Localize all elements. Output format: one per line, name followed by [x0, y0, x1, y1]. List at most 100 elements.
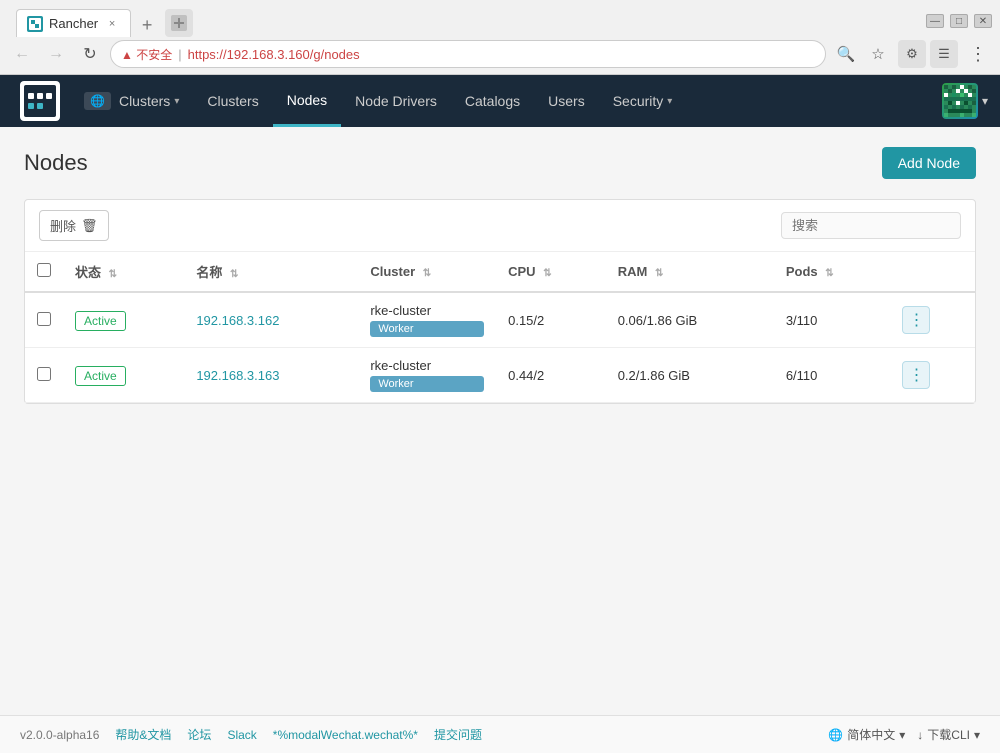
col-ram[interactable]: RAM ⇅: [606, 252, 774, 292]
nav-clusters[interactable]: Clusters: [193, 75, 272, 127]
node-link-0[interactable]: 192.168.3.162: [196, 313, 279, 328]
url-separator: |: [178, 47, 181, 62]
table-toolbar: 删除 🗑: [25, 200, 975, 252]
row-action-btn-1[interactable]: ⋮: [902, 361, 930, 389]
search-icon-btn[interactable]: 🔍: [832, 40, 860, 68]
extension-buttons: ⚙ ☰: [898, 40, 958, 68]
role-badge-0: Worker: [370, 321, 484, 337]
table-body: Active 192.168.3.162 rke-cluster Worker …: [25, 292, 975, 403]
col-name[interactable]: 名称 ⇅: [184, 252, 358, 292]
node-link-1[interactable]: 192.168.3.163: [196, 368, 279, 383]
nav-node-drivers-label: Node Drivers: [355, 93, 437, 109]
tab-close-btn[interactable]: ×: [104, 16, 120, 32]
row-status-1: Active: [63, 348, 184, 403]
row-checkbox-1[interactable]: [37, 367, 51, 381]
col-pods[interactable]: Pods ⇅: [774, 252, 891, 292]
page-header: Nodes Add Node: [24, 147, 976, 179]
col-actions: [890, 252, 975, 292]
nav-refresh-btn[interactable]: ↻: [76, 40, 104, 68]
tab-favicon: [27, 16, 43, 32]
add-node-button[interactable]: Add Node: [882, 147, 976, 179]
col-cluster-label: Cluster: [370, 264, 415, 279]
nav-global[interactable]: 🌐 Clusters ▾: [70, 75, 193, 127]
table-section: 删除 🗑 状态 ⇅ 名称 ⇅: [24, 199, 976, 404]
cluster-cell-1: rke-cluster Worker: [370, 358, 484, 392]
footer-help-link[interactable]: 帮助&文档: [115, 726, 171, 743]
window-maximize-btn[interactable]: □: [950, 14, 968, 28]
page-title: Nodes: [24, 150, 88, 176]
delete-label: 删除: [50, 216, 76, 235]
cpu-sort-icon: ⇅: [543, 268, 551, 279]
window-close-btn[interactable]: ✕: [974, 14, 992, 28]
cluster-name-0: rke-cluster: [370, 303, 484, 318]
address-bar[interactable]: ▲ 不安全 | https://192.168.3.160/g/nodes: [110, 40, 826, 68]
row-pods-1: 6/110: [774, 348, 891, 403]
nav-nodes[interactable]: Nodes: [273, 75, 341, 127]
address-icons: 🔍 ☆: [832, 40, 892, 68]
lang-globe-icon: 🌐: [828, 728, 843, 742]
browser-tab-rancher[interactable]: Rancher ×: [16, 9, 131, 37]
col-status[interactable]: 状态 ⇅: [63, 252, 184, 292]
search-input[interactable]: [781, 212, 961, 239]
nav-catalogs[interactable]: Catalogs: [451, 75, 534, 127]
window-controls: — □ ✕: [926, 14, 992, 28]
col-name-label: 名称: [196, 265, 222, 280]
ext-btn-2[interactable]: ☰: [930, 40, 958, 68]
footer-forum-link[interactable]: 论坛: [187, 726, 211, 743]
cli-download-icon: ↓: [917, 728, 923, 742]
row-ram-1: 0.2/1.86 GiB: [606, 348, 774, 403]
ext-btn-1[interactable]: ⚙: [898, 40, 926, 68]
footer-wechat-link[interactable]: *%modalWechat.wechat%*: [273, 728, 418, 742]
row-name-cell-1: 192.168.3.163: [184, 348, 358, 403]
language-selector[interactable]: 🌐 简体中文 ▾: [828, 726, 905, 743]
new-tab-button[interactable]: +: [135, 13, 159, 37]
select-all-cell: [25, 252, 63, 292]
user-avatar[interactable]: [942, 83, 978, 119]
row-cpu-1: 0.44/2: [496, 348, 606, 403]
row-checkbox-0[interactable]: [37, 312, 51, 326]
nav-forward-btn[interactable]: →: [42, 40, 70, 68]
user-dropdown-arrow[interactable]: ▾: [978, 90, 992, 112]
col-cluster[interactable]: Cluster ⇅: [358, 252, 496, 292]
security-warning: ▲ 不安全: [121, 46, 172, 63]
lang-dropdown-arrow: ▾: [899, 728, 905, 742]
nav-users[interactable]: Users: [534, 75, 599, 127]
global-badge: 🌐: [84, 92, 111, 110]
security-dropdown-arrow: ▾: [667, 96, 672, 107]
nav-global-label: Clusters: [119, 93, 170, 109]
nav-catalogs-label: Catalogs: [465, 93, 520, 109]
cli-label: 下载CLI: [927, 726, 970, 743]
status-badge-1: Active: [75, 366, 126, 386]
nav-nodes-label: Nodes: [287, 92, 327, 108]
window-minimize-btn[interactable]: —: [926, 14, 944, 28]
browser-menu-btn[interactable]: ⋮: [964, 40, 992, 68]
nav-security[interactable]: Security ▾: [599, 75, 687, 127]
app-navigation: 🌐 Clusters ▾ Clusters Nodes Node Drivers…: [0, 75, 1000, 127]
rancher-logo[interactable]: [10, 81, 70, 121]
bookmark-icon-btn[interactable]: ☆: [864, 40, 892, 68]
table-row: Active 192.168.3.162 rke-cluster Worker …: [25, 292, 975, 348]
table-header: 状态 ⇅ 名称 ⇅ Cluster ⇅ CPU ⇅: [25, 252, 975, 292]
row-cluster-cell-1: rke-cluster Worker: [358, 348, 496, 403]
footer-issues-link[interactable]: 提交问题: [434, 726, 482, 743]
global-dropdown-arrow: ▾: [174, 96, 179, 107]
footer-slack-link[interactable]: Slack: [227, 728, 256, 742]
row-status-0: Active: [63, 292, 184, 348]
footer-version: v2.0.0-alpha16: [20, 728, 99, 742]
tab-title: Rancher: [49, 16, 98, 31]
col-cpu[interactable]: CPU ⇅: [496, 252, 606, 292]
col-cpu-label: CPU: [508, 264, 535, 279]
row-checkbox-cell: [25, 348, 63, 403]
row-action-btn-0[interactable]: ⋮: [902, 306, 930, 334]
cluster-name-1: rke-cluster: [370, 358, 484, 373]
select-all-checkbox[interactable]: [37, 263, 51, 277]
delete-icon: 🗑: [81, 218, 98, 234]
lang-label: 简体中文: [847, 726, 895, 743]
row-name-cell-0: 192.168.3.162: [184, 292, 358, 348]
nav-node-drivers[interactable]: Node Drivers: [341, 75, 451, 127]
row-ram-0: 0.06/1.86 GiB: [606, 292, 774, 348]
download-cli[interactable]: ↓ 下载CLI ▾: [917, 726, 980, 743]
delete-button[interactable]: 删除 🗑: [39, 210, 109, 241]
nav-back-btn[interactable]: ←: [8, 40, 36, 68]
main-content: Nodes Add Node 删除 🗑 状态 ⇅: [0, 127, 1000, 715]
